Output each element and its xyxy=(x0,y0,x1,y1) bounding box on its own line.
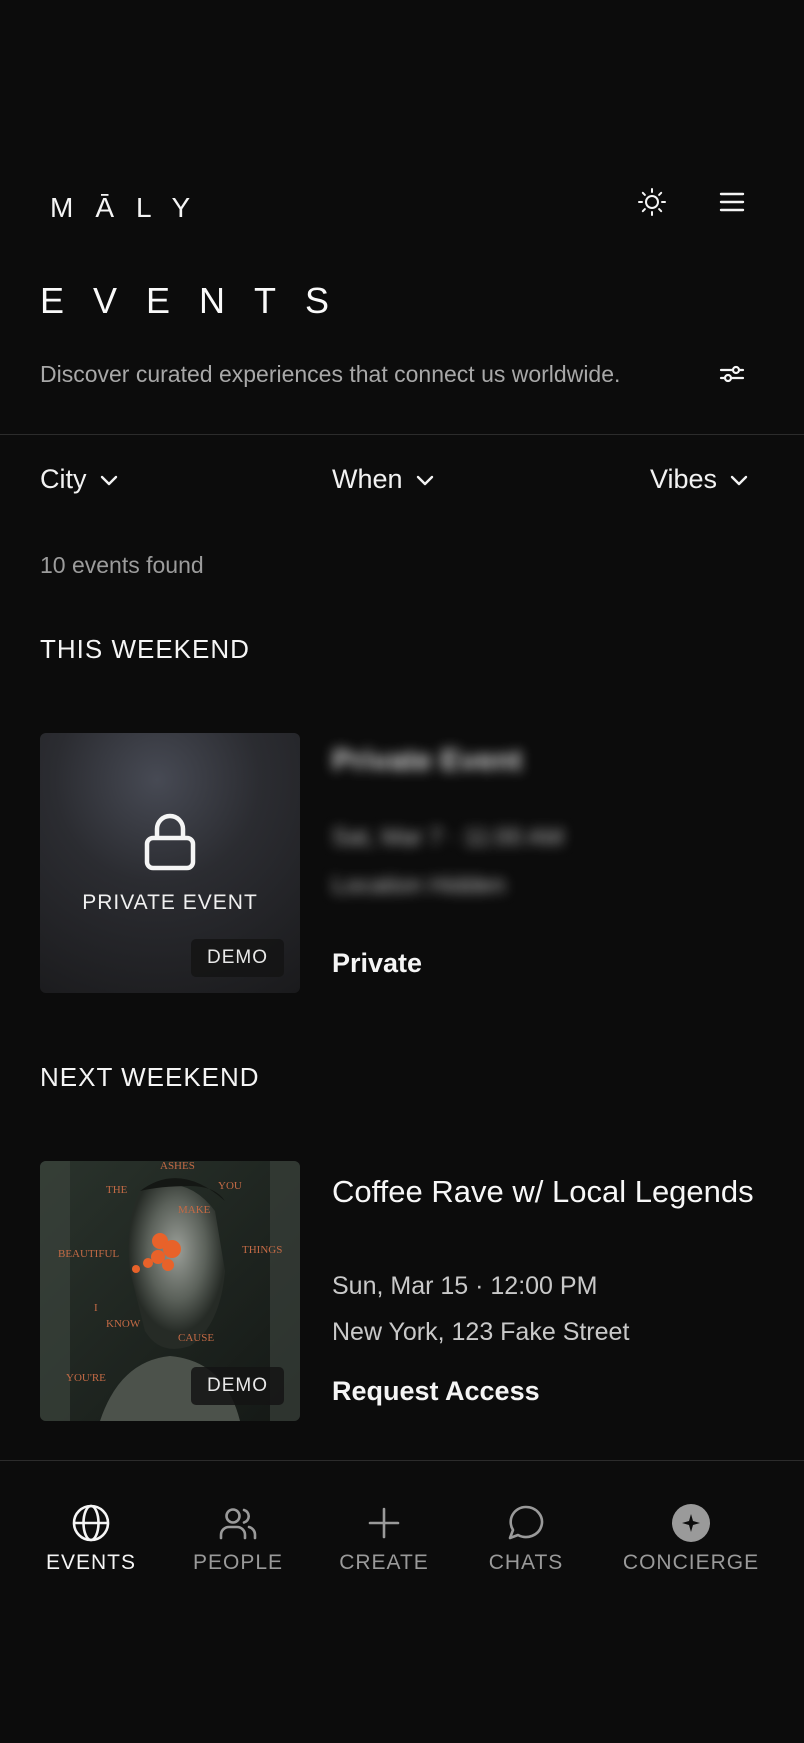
blurred-event-title: Private Event xyxy=(332,744,523,777)
svg-text:I: I xyxy=(94,1302,98,1314)
sparkle-icon xyxy=(672,1504,710,1542)
city-filter-label: City xyxy=(40,464,87,494)
nav-item-concierge[interactable]: CONCIERGE xyxy=(622,1503,760,1575)
section-title-this-weekend: THIS WEEKEND xyxy=(40,634,250,664)
blurred-event-date: Sat, Mar 7 · 11:00 AM xyxy=(332,824,564,851)
event-poster-image[interactable]: ASHES THE YOU MAKE BEAUTIFUL THINGS I KN… xyxy=(40,1161,300,1421)
lock-icon xyxy=(144,813,196,871)
demo-badge: DEMO xyxy=(191,939,284,977)
sliders-icon xyxy=(719,365,745,383)
nav-item-chats[interactable]: CHATS xyxy=(486,1503,566,1575)
page-subtitle: Discover curated experiences that connec… xyxy=(40,361,621,387)
vibes-filter-label: Vibes xyxy=(650,464,718,494)
request-access-button[interactable]: Request Access xyxy=(332,1376,540,1407)
when-filter-dropdown[interactable]: When xyxy=(332,464,435,495)
bottom-navigation: EVENTS PEOPLE CREATE CHATS CONCIERGE xyxy=(0,1461,804,1743)
svg-text:BEAUTIFUL: BEAUTIFUL xyxy=(58,1248,119,1260)
svg-text:ASHES: ASHES xyxy=(160,1161,195,1172)
svg-text:CAUSE: CAUSE xyxy=(178,1332,214,1344)
section-title-next-weekend: NEXT WEEKEND xyxy=(40,1062,260,1092)
svg-text:YOU: YOU xyxy=(218,1180,242,1192)
results-count: 10 events found xyxy=(40,552,204,578)
sun-icon xyxy=(638,188,666,216)
theme-toggle-button[interactable] xyxy=(630,180,674,224)
svg-text:MAKE: MAKE xyxy=(178,1204,211,1216)
when-filter-label: When xyxy=(332,464,403,494)
event-title[interactable]: Coffee Rave w/ Local Legends xyxy=(332,1172,772,1212)
chat-bubble-icon xyxy=(508,1505,544,1540)
private-event-label: PRIVATE EVENT xyxy=(82,891,258,914)
plus-icon xyxy=(368,1507,400,1539)
nav-label-create: CREATE xyxy=(339,1551,429,1574)
chevron-down-icon xyxy=(416,475,433,485)
hamburger-icon xyxy=(719,192,745,212)
page-title: EVENTS xyxy=(40,280,359,321)
svg-text:THINGS: THINGS xyxy=(242,1244,282,1256)
city-filter-dropdown[interactable]: City xyxy=(40,464,119,495)
nav-label-people: PEOPLE xyxy=(192,1551,284,1574)
blurred-event-location: Location Hidden xyxy=(332,872,506,899)
demo-badge: DEMO xyxy=(191,1367,284,1405)
header-divider xyxy=(0,434,804,435)
nav-label-concierge: CONCIERGE xyxy=(622,1551,760,1574)
nav-item-events[interactable]: EVENTS xyxy=(40,1503,142,1575)
menu-button[interactable] xyxy=(710,180,754,224)
nav-item-create[interactable]: CREATE xyxy=(338,1503,430,1575)
event-date: Sun, Mar 15 · 12:00 PM xyxy=(332,1272,598,1300)
chevron-down-icon xyxy=(100,475,117,485)
chevron-down-icon xyxy=(730,475,748,485)
event-status-private[interactable]: Private xyxy=(332,948,422,979)
svg-text:KNOW: KNOW xyxy=(106,1318,141,1330)
svg-text:YOU'RE: YOU'RE xyxy=(66,1372,106,1384)
filter-settings-button[interactable] xyxy=(710,352,754,396)
nav-label-events: EVENTS xyxy=(45,1551,137,1574)
globe-icon xyxy=(72,1504,110,1542)
nav-label-chats: CHATS xyxy=(488,1551,564,1574)
private-event-image[interactable]: PRIVATE EVENT DEMO xyxy=(40,733,300,993)
event-location: New York, 123 Fake Street xyxy=(332,1318,630,1346)
nav-item-people[interactable]: PEOPLE xyxy=(190,1503,286,1575)
vibes-filter-dropdown[interactable]: Vibes xyxy=(650,464,749,495)
app-logo[interactable]: MĀLY xyxy=(50,192,212,224)
people-icon xyxy=(219,1508,257,1540)
app-header: MĀLY EVENTS Discover curated experiences… xyxy=(0,0,804,430)
svg-text:THE: THE xyxy=(106,1184,128,1196)
